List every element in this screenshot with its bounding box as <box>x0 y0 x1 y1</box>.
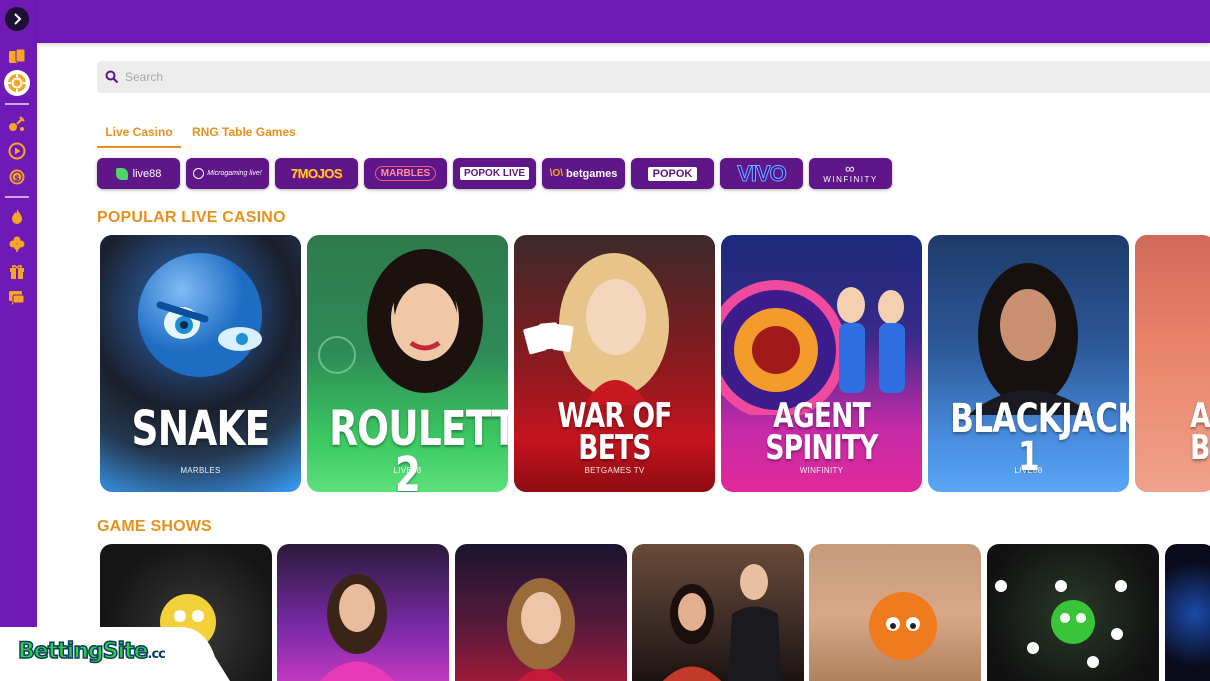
provider-label: POPOK <box>647 166 698 181</box>
provider-label: Microgaming live! <box>207 170 262 177</box>
coin-icon: $ <box>9 169 25 185</box>
logo-text: BettingSite.cc <box>17 638 166 665</box>
spinity-wheel-image <box>721 280 905 415</box>
dealer-image <box>523 253 669 405</box>
game-card-partial[interactable]: AN B <box>1135 235 1210 492</box>
search-bar[interactable] <box>97 61 1210 93</box>
provider-winfinity[interactable]: ∞ WINFINITY <box>809 158 892 189</box>
game-card-blackjack-1[interactable]: BLACKJACK 1 LIVE88 <box>928 235 1129 492</box>
dealer-image <box>318 249 483 393</box>
provider-label: VIVO <box>737 160 788 186</box>
microgaming-icon <box>193 168 205 179</box>
provider-7mojos[interactable]: 7MOJOS <box>275 158 358 189</box>
play-icon <box>8 142 26 160</box>
provider-label: betgames <box>565 167 618 180</box>
game-card-roulette-2[interactable]: ROULETTE 2 LIVE88 <box>307 235 508 492</box>
game-card-title: AN B <box>1190 396 1210 469</box>
orange-ball-image <box>869 592 937 660</box>
sidebar-item-live-casino[interactable] <box>4 70 30 96</box>
provider-live88[interactable]: live88 <box>97 158 180 189</box>
infinity-icon: ∞ <box>845 161 856 176</box>
provider-betgames[interactable]: \O\ betgames <box>542 158 625 189</box>
tab-live-casino[interactable]: Live Casino <box>97 122 181 148</box>
section-title-popular-live-casino: POPULAR LIVE CASINO <box>97 209 286 226</box>
sports-icon <box>9 116 25 131</box>
game-show-card[interactable] <box>1165 544 1210 681</box>
hosts-image <box>663 564 782 681</box>
sidebar: $ <box>0 0 37 681</box>
provider-label: MARBLES <box>374 166 437 181</box>
dealer-image <box>968 263 1093 415</box>
snake-mascot-image <box>138 253 262 377</box>
provider-label: live88 <box>132 167 162 180</box>
game-card-agent-spinity[interactable]: AGENT SPINITY WINFINITY <box>721 235 922 492</box>
sidebar-item-support[interactable] <box>8 289 26 307</box>
logo-wordmark: BettingSite <box>17 638 149 665</box>
chip-icon <box>8 74 26 92</box>
game-card-title: ROULETTE 2 <box>329 401 508 492</box>
game-card-provider: BETGAMES TV <box>584 466 645 475</box>
game-show-card[interactable] <box>632 544 804 681</box>
svg-text:$: $ <box>14 174 20 183</box>
sidebar-divider <box>5 196 29 198</box>
dealer-image <box>319 574 395 681</box>
logo-suffix: .cc <box>147 647 166 662</box>
cards-icon <box>9 48 26 63</box>
game-card-provider: WINFINITY <box>799 466 844 475</box>
game-show-card[interactable] <box>809 544 981 681</box>
casino-app: $ Live Casino RNG Table Games live88 <box>0 0 1210 681</box>
provider-popok[interactable]: POPOK <box>631 158 714 189</box>
game-show-card[interactable] <box>277 544 449 681</box>
sidebar-divider <box>5 103 29 105</box>
fire-icon <box>12 209 22 224</box>
sidebar-item-hot[interactable] <box>8 208 26 226</box>
green-ball-image <box>995 580 1127 668</box>
gift-icon <box>10 264 24 279</box>
search-icon <box>105 70 119 84</box>
dealer-image <box>507 578 575 681</box>
leaf-icon <box>115 167 128 180</box>
provider-label: WINFINITY <box>823 175 878 184</box>
tab-rng-table-games[interactable]: RNG Table Games <box>192 122 296 148</box>
game-card-title: BLACKJACK 1 <box>950 396 1129 480</box>
provider-vivo[interactable]: VIVO <box>720 158 803 189</box>
provider-marbles[interactable]: MARBLES <box>364 158 447 189</box>
betgames-icon: \O\ <box>549 168 563 179</box>
top-bar <box>37 0 1210 43</box>
game-card-provider: MARBLES <box>180 466 221 475</box>
provider-label: POPOK LIVE <box>459 167 530 180</box>
sidebar-item-live[interactable] <box>8 142 26 160</box>
bettingsite-logo: BettingSite.cc <box>0 627 230 681</box>
game-card-snake[interactable]: SNAKE MARBLES <box>100 235 301 492</box>
sidebar-expand-button[interactable] <box>5 7 29 31</box>
provider-popok-live[interactable]: POPOK LIVE <box>453 158 536 189</box>
game-show-card[interactable] <box>455 544 627 681</box>
game-card-war-of-bets[interactable]: WAR OF BETS BETGAMES TV <box>514 235 715 492</box>
chat-icon <box>9 291 25 305</box>
game-card-title: WAR OF BETS <box>557 396 672 469</box>
game-card-provider: LIVE88 <box>393 466 422 475</box>
game-card-title: AGENT SPINITY <box>765 396 878 469</box>
section-title-game-shows: GAME SHOWS <box>97 518 212 535</box>
game-card-provider: LIVE88 <box>1014 466 1043 475</box>
clover-icon <box>9 236 25 252</box>
game-show-card[interactable] <box>987 544 1159 681</box>
provider-microgaming[interactable]: Microgaming live! <box>186 158 269 189</box>
sidebar-item-casino[interactable] <box>8 48 26 66</box>
sidebar-item-jackpots[interactable]: $ <box>8 168 26 186</box>
chevron-right-icon <box>14 13 22 25</box>
sidebar-item-sports[interactable] <box>8 115 26 133</box>
provider-label: 7MOJOS <box>290 166 343 181</box>
search-input[interactable] <box>125 65 825 89</box>
sidebar-item-lucky[interactable] <box>8 235 26 253</box>
sidebar-item-promotions[interactable] <box>8 262 26 280</box>
game-card-title: SNAKE <box>131 401 271 457</box>
